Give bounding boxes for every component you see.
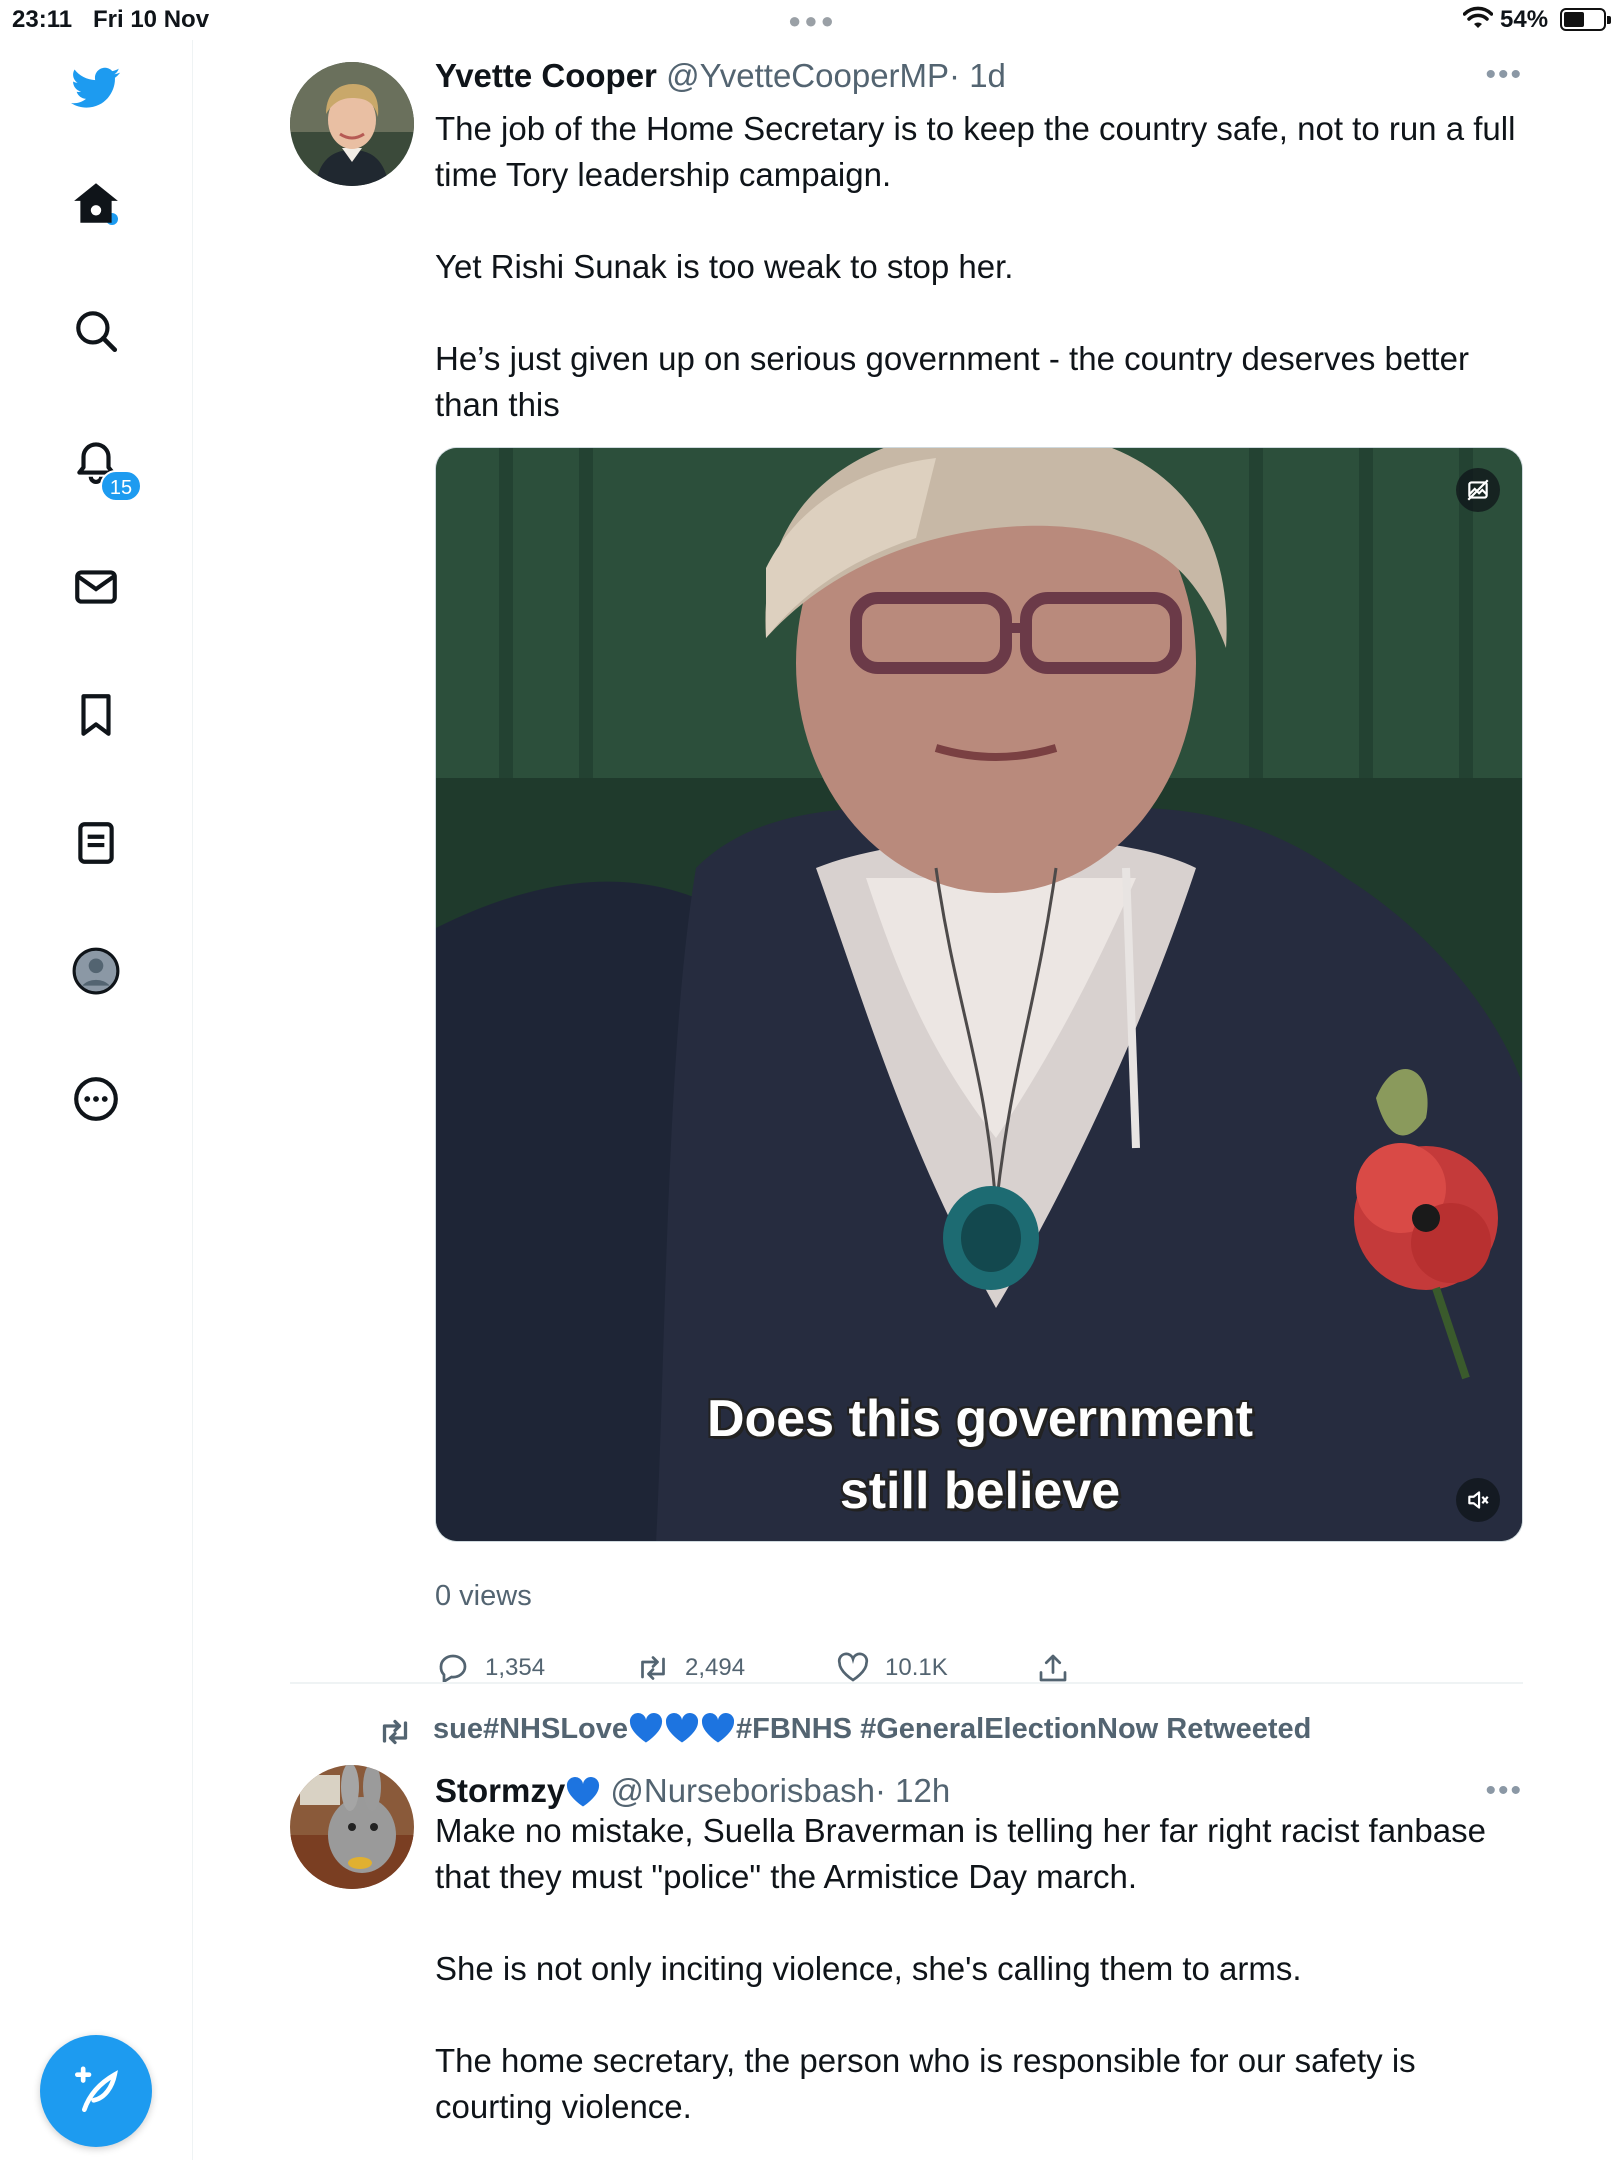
tweet-time[interactable]: · 1d bbox=[949, 57, 1006, 94]
reply-count: 1,354 bbox=[485, 1654, 546, 1681]
reply-button[interactable]: 1,354 bbox=[435, 1650, 545, 1686]
bookmark-icon bbox=[81, 694, 111, 736]
battery-icon bbox=[1560, 8, 1611, 31]
nav-home[interactable] bbox=[60, 167, 132, 239]
compose-tweet-button[interactable] bbox=[40, 2035, 152, 2147]
tweet-header: Yvette Cooper @YvetteCooperMP· 1d bbox=[435, 57, 1006, 95]
compose-feather-icon bbox=[75, 2066, 118, 2112]
status-bar: 23:11 Fri 10 Nov ●●● 54% bbox=[0, 0, 1620, 40]
blue-heart-icon bbox=[701, 1713, 735, 1743]
status-date: Fri 10 Nov bbox=[93, 6, 210, 33]
author-handle[interactable]: @Nurseborisbash bbox=[610, 1772, 875, 1809]
blue-heart-icon bbox=[567, 1777, 600, 1807]
more-icon bbox=[74, 1077, 118, 1121]
notifications-badge: 15 bbox=[100, 470, 142, 502]
tweet-more-icon[interactable]: ••• bbox=[1485, 58, 1523, 92]
like-count: 10.1K bbox=[885, 1654, 948, 1681]
tweet-actions: 1,354 2,494 10.1K bbox=[435, 1650, 1335, 1690]
author-name[interactable]: Yvette Cooper bbox=[435, 57, 657, 94]
retweet-icon bbox=[382, 1719, 408, 1745]
share-button[interactable] bbox=[1035, 1650, 1071, 1686]
retweet-count: 2,494 bbox=[685, 1654, 746, 1681]
search-icon bbox=[76, 311, 118, 353]
retweet-button[interactable]: 2,494 bbox=[635, 1650, 745, 1686]
blue-heart-icon bbox=[629, 1713, 663, 1743]
video-frame bbox=[436, 448, 1522, 1541]
author-handle[interactable]: @YvetteCooperMP bbox=[666, 57, 949, 94]
volume-muted-icon bbox=[1468, 1491, 1489, 1509]
retweeter-name-suffix: #FBNHS #GeneralElectionNow Retweeted bbox=[736, 1713, 1312, 1745]
wifi-icon bbox=[1463, 6, 1493, 28]
like-button[interactable]: 10.1K bbox=[835, 1650, 948, 1686]
battery-percentage: 54% bbox=[1500, 6, 1549, 33]
author-name[interactable]: Stormzy bbox=[435, 1772, 565, 1809]
retweet-icon bbox=[641, 1656, 665, 1680]
tweet-time[interactable]: · 12h bbox=[875, 1772, 950, 1809]
avatar[interactable] bbox=[290, 62, 414, 186]
nav-messages[interactable] bbox=[60, 551, 132, 623]
nav-bookmarks[interactable] bbox=[60, 679, 132, 751]
fullscreen-button[interactable] bbox=[1456, 468, 1500, 512]
list-icon bbox=[78, 822, 114, 864]
image-icon bbox=[1467, 479, 1489, 501]
mail-icon bbox=[75, 570, 117, 604]
tweet-divider bbox=[290, 1682, 1523, 1684]
profile-icon bbox=[72, 947, 120, 995]
tweet-text: The job of the Home Secretary is to keep… bbox=[435, 110, 1516, 423]
multitasking-dots-icon[interactable]: ●●● bbox=[788, 8, 837, 34]
nav-search[interactable] bbox=[60, 295, 132, 367]
retweeted-by-banner[interactable]: sue#NHSLove #FBNHS #GeneralElectionNow Re… bbox=[433, 1712, 1311, 1746]
tweet-more-icon[interactable]: ••• bbox=[1485, 1774, 1523, 1808]
video-caption-line2: still believe bbox=[839, 1462, 1121, 1520]
tweet-text: Make no mistake, Suella Braverman is tel… bbox=[435, 1812, 1486, 2125]
mute-button[interactable] bbox=[1456, 1478, 1500, 1522]
nav-lists[interactable] bbox=[60, 807, 132, 879]
heart-icon bbox=[837, 1652, 869, 1682]
nav-profile[interactable] bbox=[60, 935, 132, 1007]
sidebar: 15 bbox=[0, 40, 193, 2160]
view-count: 0 views bbox=[435, 1580, 532, 1612]
share-icon bbox=[1039, 1654, 1067, 1682]
video-caption-line1: Does this government bbox=[706, 1390, 1254, 1448]
tweet-header: Stormzy @Nurseborisbash· 12h bbox=[435, 1772, 950, 1810]
reply-icon bbox=[439, 1654, 467, 1684]
video-caption: Does this government still believe bbox=[436, 1383, 1522, 1527]
home-icon bbox=[74, 183, 118, 223]
tweet-video[interactable]: Does this government still believe bbox=[435, 447, 1523, 1542]
retweeter-name-prefix: sue#NHSLove bbox=[433, 1713, 629, 1745]
blue-heart-icon bbox=[665, 1713, 699, 1743]
status-time: 23:11 bbox=[12, 6, 73, 33]
avatar[interactable] bbox=[290, 1765, 414, 1889]
twitter-logo-icon[interactable] bbox=[60, 52, 132, 124]
nav-more[interactable] bbox=[60, 1063, 132, 1135]
